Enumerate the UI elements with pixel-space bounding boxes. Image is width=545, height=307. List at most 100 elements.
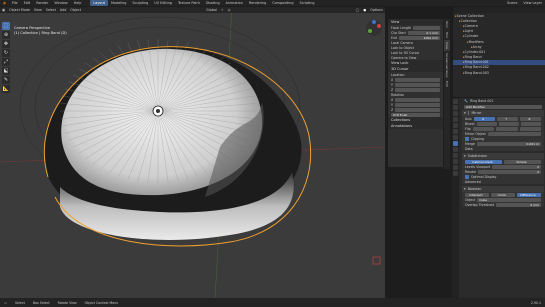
menu-render[interactable]: Render xyxy=(33,0,51,6)
move-tool-icon[interactable]: ✥ xyxy=(2,40,10,48)
scale-tool-icon[interactable]: ⤢ xyxy=(2,58,10,66)
rotate-tool-icon[interactable]: ↻ xyxy=(2,49,10,57)
particles-props-icon[interactable] xyxy=(453,147,458,152)
mirror-object-field[interactable] xyxy=(487,131,541,136)
viewport-overlay-info: Camera Perspective (1) Collection | Ring… xyxy=(14,26,67,36)
blender-logo-icon[interactable]: ◉ xyxy=(0,0,9,6)
chevron-down-icon[interactable]: ▾ xyxy=(464,154,466,158)
union-button[interactable]: Union xyxy=(491,192,515,197)
mirror-axis-z[interactable]: Z xyxy=(519,116,541,121)
advanced-subpanel[interactable]: Advanced xyxy=(462,179,544,184)
bisect-z[interactable] xyxy=(520,121,541,126)
workspace-tab-compositing[interactable]: Compositing xyxy=(269,0,296,6)
view-layer-props-icon[interactable] xyxy=(453,117,458,122)
mirror-axis-x[interactable]: X xyxy=(473,116,495,121)
tab-edit[interactable]: Edit xyxy=(444,79,450,89)
workspace-tab-shading[interactable]: Shading xyxy=(203,0,223,6)
flip-y[interactable] xyxy=(496,126,518,131)
material-props-icon[interactable] xyxy=(453,171,458,176)
workspace-tab-uv-editing[interactable]: UV Editing xyxy=(151,0,175,6)
optimal-display-checkbox[interactable] xyxy=(465,174,469,179)
clipping-checkbox[interactable] xyxy=(465,136,469,141)
simple-button[interactable]: Simple xyxy=(504,159,541,164)
workspace-tab-rendering[interactable]: Rendering xyxy=(246,0,269,6)
modifier-props-icon[interactable] xyxy=(453,141,458,146)
difference-button[interactable]: Difference xyxy=(517,192,541,197)
clip-start-field[interactable]: 0.1 mm xyxy=(407,30,440,35)
view-layer-selector[interactable]: View Layer xyxy=(520,0,545,6)
menu-object[interactable]: Object xyxy=(68,8,83,12)
workspace-tab-layout[interactable]: Layout xyxy=(90,0,108,6)
data-subpanel[interactable]: Data xyxy=(462,146,544,151)
clip-end-field[interactable]: 1000 mm xyxy=(399,35,440,40)
annotate-tool-icon[interactable]: ✎ xyxy=(2,76,10,84)
merge-distance-field[interactable]: 0.001 m xyxy=(476,141,541,146)
tab-view[interactable]: View xyxy=(444,39,450,51)
cursor-rot-x-field[interactable] xyxy=(395,97,440,102)
bisect-y[interactable] xyxy=(498,121,519,126)
snap-icon[interactable]: ⊹ xyxy=(219,8,226,12)
flip-z[interactable] xyxy=(519,126,541,131)
cursor-tool-icon[interactable]: ⊕ xyxy=(2,31,10,39)
workspace-tab-texture-paint[interactable]: Texture Paint xyxy=(175,0,203,6)
navigation-gizmo-icon[interactable] xyxy=(365,19,383,37)
object-mode-dropdown[interactable]: Object Mode xyxy=(7,8,32,12)
tab-screencast-keys[interactable]: Screencast Keys xyxy=(444,51,450,80)
proportional-icon[interactable]: ◎ xyxy=(226,8,233,12)
focal-length-field[interactable] xyxy=(413,25,440,30)
cursor-rot-z-field[interactable] xyxy=(395,107,440,112)
workspace-tab-modeling[interactable]: Modeling xyxy=(108,0,129,6)
boolean-object-field[interactable]: Cube xyxy=(477,197,541,202)
levels-viewport-field[interactable]: 2 xyxy=(492,164,541,169)
constraints-props-icon[interactable] xyxy=(453,159,458,164)
annotations-section-header[interactable]: Annotations xyxy=(388,123,443,129)
tab-tool[interactable]: Tool xyxy=(444,30,450,40)
add-modifier-dropdown[interactable]: Add Modifier xyxy=(464,104,542,109)
cursor-rot-y-field[interactable] xyxy=(394,102,440,107)
chevron-down-icon[interactable]: ▾ xyxy=(464,187,466,191)
intersect-button[interactable]: Intersect xyxy=(465,192,489,197)
select-tool-icon[interactable]: ⬚ xyxy=(2,22,10,30)
shading-solid-icon[interactable]: ● xyxy=(361,8,368,12)
scene-selector[interactable]: Scene xyxy=(504,0,520,6)
render-props-icon[interactable] xyxy=(453,105,458,110)
object-props-icon[interactable] xyxy=(453,135,458,140)
cursor-z-field[interactable] xyxy=(395,87,440,92)
outliner-tree: ▸ Scene Collection ▸ Collection ▸ Camera ▸ … xyxy=(453,13,545,75)
menu-help[interactable]: Help xyxy=(71,0,85,6)
3d-viewport[interactable] xyxy=(0,7,385,298)
render-levels-field[interactable]: 2 xyxy=(478,169,541,174)
orientation-dropdown[interactable]: Global xyxy=(204,8,219,12)
flip-x[interactable] xyxy=(472,126,495,131)
menu-select[interactable]: Select xyxy=(44,8,58,12)
cursor-x-field[interactable] xyxy=(395,77,440,82)
menu-edit[interactable]: Edit xyxy=(21,0,34,6)
world-props-icon[interactable] xyxy=(453,129,458,134)
cursor-y-field[interactable] xyxy=(394,82,440,87)
mirror-axis-y[interactable]: Y xyxy=(496,116,518,121)
options-dropdown[interactable]: Options xyxy=(368,8,385,12)
tool-props-icon[interactable] xyxy=(453,99,458,104)
chevron-down-icon[interactable]: ▾ xyxy=(464,111,466,115)
editor-type-icon[interactable]: ▣ xyxy=(0,8,7,12)
physics-props-icon[interactable] xyxy=(453,153,458,158)
data-props-icon[interactable] xyxy=(453,165,458,170)
tab-item[interactable]: Item xyxy=(444,19,450,30)
menu-view[interactable]: View xyxy=(32,8,44,12)
shading-wire-icon[interactable]: ◯ xyxy=(354,8,362,12)
output-props-icon[interactable] xyxy=(453,111,458,116)
workspace-tab-animation[interactable]: Animation xyxy=(223,0,246,6)
menu-file[interactable]: File xyxy=(9,0,21,6)
measure-tool-icon[interactable]: 📐 xyxy=(2,85,10,93)
transform-tool-icon[interactable]: ⬕ xyxy=(2,67,10,75)
outliner-item[interactable]: ▸ Ring Band.003 xyxy=(453,70,545,75)
workspace-tab-scripting[interactable]: Scripting xyxy=(297,0,318,6)
rotation-mode-dropdown[interactable]: XYZ Euler xyxy=(391,112,440,117)
menu-add[interactable]: Add xyxy=(58,8,68,12)
overlap-threshold-field[interactable]: 0 mm xyxy=(496,202,541,207)
catmull-clark-button[interactable]: Catmull-Clark xyxy=(465,159,502,164)
scene-props-icon[interactable] xyxy=(453,123,458,128)
menu-window[interactable]: Window xyxy=(51,0,70,6)
workspace-tab-sculpting[interactable]: Sculpting xyxy=(129,0,151,6)
bisect-x[interactable] xyxy=(476,121,497,126)
